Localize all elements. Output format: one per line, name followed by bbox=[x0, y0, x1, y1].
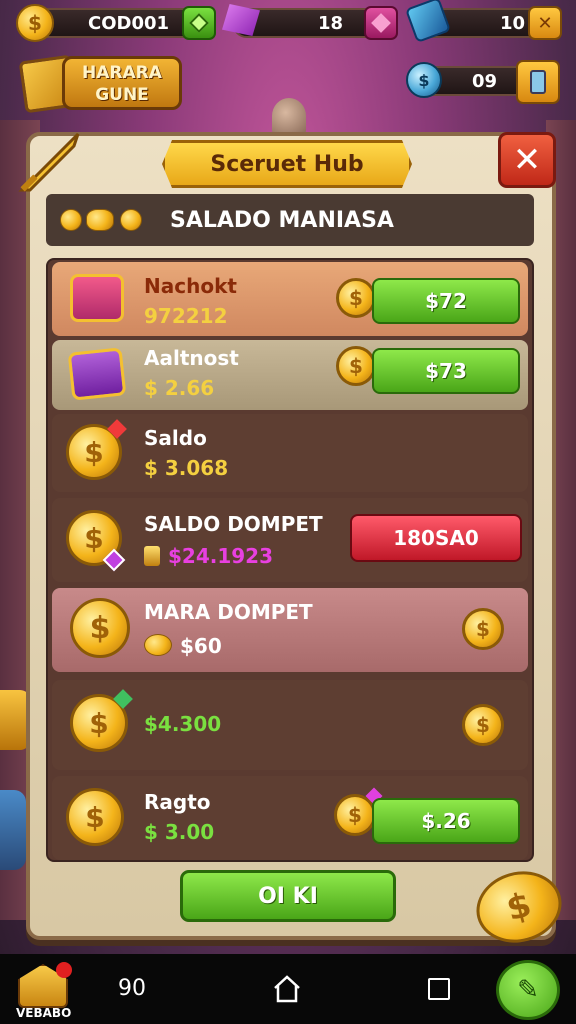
buy-button[interactable]: $72 bbox=[372, 278, 520, 324]
list-item: Nachokt 972212 $ $72 bbox=[52, 262, 528, 336]
item-name: Nachokt bbox=[144, 274, 237, 298]
coin-stack-icon bbox=[144, 546, 160, 566]
notification-badge bbox=[56, 962, 72, 978]
list-item: $ Ragto $ 3.00 $ $.26 bbox=[52, 776, 528, 860]
ok-button[interactable]: OI KI bbox=[180, 870, 396, 922]
item-name: Saldo bbox=[144, 426, 207, 450]
list-item: $ $4.300 $ bbox=[52, 680, 528, 770]
storage-button[interactable] bbox=[516, 60, 560, 104]
secondary-value: 09 bbox=[472, 70, 498, 92]
top-hud: COD001 $ 18 10 ✕ 09 $ HARARA GUNE bbox=[0, 0, 576, 120]
item-value: $ 2.66 bbox=[144, 376, 215, 400]
coin-icon bbox=[144, 634, 172, 656]
item-name: Ragto bbox=[144, 790, 211, 814]
header-title: SALADO MANIASA bbox=[170, 207, 394, 233]
coin-icon: $ bbox=[336, 346, 376, 386]
coin-icon: $ bbox=[70, 598, 130, 658]
logo-line1: HARARA bbox=[82, 63, 162, 83]
item-value: 972212 bbox=[144, 304, 228, 328]
swap-icon: ✎ bbox=[517, 975, 539, 1005]
gem-icon bbox=[371, 13, 391, 33]
coin-icon bbox=[120, 209, 142, 231]
buy-button[interactable]: $.26 bbox=[372, 798, 520, 844]
item-value: $ 3.068 bbox=[144, 456, 229, 480]
item-value: $ 3.00 bbox=[144, 820, 215, 844]
coin-icon: $ bbox=[462, 704, 504, 746]
panel-title: Sceruet Hub bbox=[162, 140, 412, 188]
list-item: Aaltnost $ 2.66 $ $73 bbox=[52, 340, 528, 410]
add-coins-button[interactable] bbox=[182, 6, 216, 40]
item-value: $60 bbox=[180, 634, 222, 658]
buy-button[interactable]: $73 bbox=[372, 348, 520, 394]
close-icon: ✕ bbox=[537, 12, 553, 34]
list-item: $ MARA DOMPET $60 $ bbox=[52, 588, 528, 672]
item-value: $4.300 bbox=[144, 712, 222, 736]
list-item: $ Saldo $ 3.068 bbox=[52, 414, 528, 492]
panel-title-text: Sceruet Hub bbox=[210, 151, 364, 177]
item-name: MARA DOMPET bbox=[144, 600, 313, 624]
coin-icon: $ bbox=[16, 4, 54, 42]
system-nav-bar: VEBABO 90 ✎ bbox=[0, 954, 576, 1024]
coin-icon: $ bbox=[66, 788, 124, 846]
jar-icon bbox=[530, 70, 546, 94]
close-icon: ✕ bbox=[512, 140, 542, 180]
treasure-chest-icon bbox=[70, 274, 124, 322]
item-name: Aaltnost bbox=[144, 346, 239, 370]
coin-icon: $ bbox=[462, 608, 504, 650]
game-logo: HARARA GUNE bbox=[18, 54, 182, 114]
tickets-value: 10 bbox=[500, 12, 526, 34]
coin-icon: $ bbox=[336, 278, 376, 318]
purple-chest-icon bbox=[67, 347, 127, 401]
sell-button[interactable]: 180SA0 bbox=[350, 514, 522, 562]
logo-line2: GUNE bbox=[95, 85, 149, 105]
close-hud-button[interactable]: ✕ bbox=[528, 6, 562, 40]
item-list: Nachokt 972212 $ $72 Aaltnost $ 2.66 $ $… bbox=[46, 258, 534, 862]
sword-icon bbox=[18, 132, 80, 192]
list-item: $ SALDO DOMPET $24.1923 180SA0 bbox=[52, 498, 528, 582]
gem-plus-icon bbox=[189, 13, 209, 33]
poker-chip-decor bbox=[0, 790, 26, 870]
gems-value: 18 bbox=[318, 12, 344, 34]
coin-icon bbox=[86, 209, 114, 231]
logo-plate: HARARA GUNE bbox=[62, 56, 182, 110]
nav-counter: 90 bbox=[118, 976, 146, 1001]
recents-icon[interactable] bbox=[428, 978, 450, 1000]
item-value: $24.1923 bbox=[168, 544, 274, 568]
home-icon[interactable] bbox=[272, 974, 302, 1004]
header-bar: SALADO MANIASA bbox=[46, 194, 534, 246]
item-name: SALDO DOMPET bbox=[144, 512, 323, 536]
app-label: VEBABO bbox=[16, 1006, 72, 1020]
blue-coin-icon: $ bbox=[406, 62, 442, 98]
close-panel-button[interactable]: ✕ bbox=[498, 132, 556, 188]
add-gems-button[interactable] bbox=[364, 6, 398, 40]
coins-value: COD001 bbox=[88, 12, 170, 34]
coin-icon bbox=[60, 209, 82, 231]
action-fab-button[interactable]: ✎ bbox=[496, 960, 560, 1020]
